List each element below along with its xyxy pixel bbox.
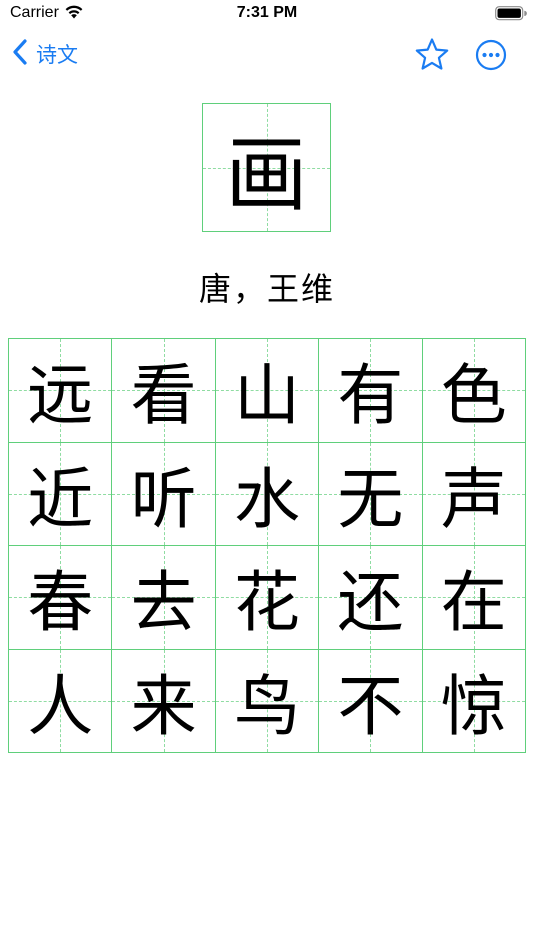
poem-char: 远 <box>27 357 94 435</box>
status-bar: Carrier 7:31 PM <box>0 0 534 28</box>
poem-author: 唐，王维 <box>198 270 335 308</box>
poem-char: 色 <box>440 357 507 435</box>
poem-char-cell: 色 <box>422 339 526 443</box>
poem-char-cell: 看 <box>112 339 216 443</box>
poem-char-cell: 还 <box>319 546 423 650</box>
poem-char: 不 <box>337 667 404 745</box>
poem-char-cell: 春 <box>9 546 113 650</box>
ellipsis-circle-icon <box>475 39 507 75</box>
poem-title-box: 画 <box>202 103 331 232</box>
poem-char: 看 <box>130 357 197 435</box>
poem-char-cell: 在 <box>422 546 526 650</box>
poem-char: 水 <box>233 460 300 538</box>
poem-char: 听 <box>130 460 197 538</box>
poem-char-cell: 听 <box>112 442 216 546</box>
poem-char-cell: 山 <box>215 339 320 443</box>
favorite-button[interactable] <box>414 37 450 77</box>
poem-char: 在 <box>440 564 507 642</box>
poem-char: 山 <box>233 357 300 435</box>
back-button-label: 诗文 <box>36 43 78 67</box>
more-button[interactable] <box>475 39 507 75</box>
poem-char-cell: 无 <box>319 442 423 546</box>
poem-char-cell: 远 <box>9 339 113 443</box>
poem-char: 有 <box>337 357 404 435</box>
star-outline-icon <box>414 38 450 77</box>
poem-char: 惊 <box>440 667 507 745</box>
poem-char: 来 <box>130 667 197 745</box>
poem-char: 无 <box>337 460 404 538</box>
poem-char-cell: 去 <box>112 546 216 650</box>
poem-char: 去 <box>130 564 197 642</box>
poem-char: 声 <box>440 460 507 538</box>
poem-char-cell: 鸟 <box>215 649 320 753</box>
chevron-left-icon <box>12 39 28 69</box>
battery-icon <box>495 6 527 25</box>
poem-char: 近 <box>27 460 94 538</box>
poem-char-cell: 水 <box>215 442 320 546</box>
poem-char-cell: 有 <box>319 339 423 443</box>
poem-char-cell: 近 <box>9 442 113 546</box>
poem-char-cell: 惊 <box>422 649 526 753</box>
poem-char: 花 <box>233 564 300 642</box>
poem-title: 画 <box>225 128 308 223</box>
poem-char-cell: 花 <box>215 546 320 650</box>
poem-char: 人 <box>27 667 94 745</box>
poem-char-cell: 来 <box>112 649 216 753</box>
poem-char-cell: 人 <box>9 649 113 753</box>
poem-char: 春 <box>27 564 94 642</box>
status-time: 7:31 PM <box>236 4 298 21</box>
poem-char-cell: 声 <box>422 442 526 546</box>
back-button[interactable]: 诗文 <box>12 38 78 70</box>
poem-char-cell: 不 <box>319 649 423 753</box>
poem-grid: 远 看 山 有 色 近 听 水 无 声 春 去 花 还 在 人 来 鸟 不 惊 <box>8 338 526 753</box>
poem-char: 还 <box>337 564 404 642</box>
poem-char: 鸟 <box>233 667 300 745</box>
